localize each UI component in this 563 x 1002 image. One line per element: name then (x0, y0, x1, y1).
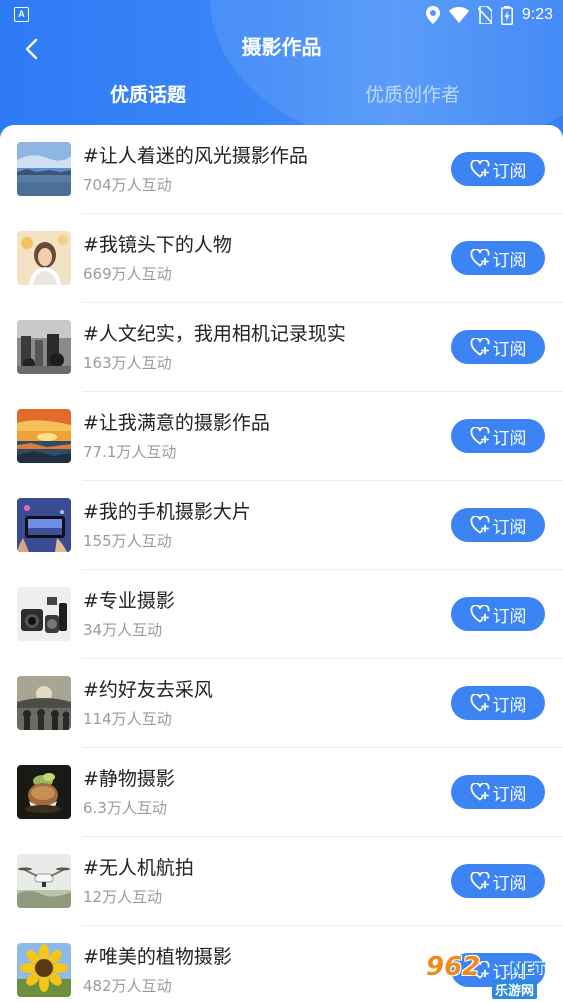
topic-row[interactable]: #专业摄影 34万人互动 订阅 (0, 570, 563, 659)
watermark-number: 962 (426, 952, 481, 982)
subscribe-button[interactable]: 订阅 (451, 686, 545, 720)
watermark: 962 .NET 乐游网 (420, 952, 560, 1000)
topic-title: #让人着迷的风光摄影作品 (83, 145, 308, 167)
subscribe-label: 订阅 (492, 428, 527, 449)
topic-title: #静物摄影 (83, 768, 175, 790)
status-bar: A 9:23 (0, 0, 563, 30)
topic-thumbnail (17, 498, 71, 552)
subscribe-label: 订阅 (492, 873, 527, 894)
topic-thumbnail (17, 765, 71, 819)
wifi-icon (448, 7, 469, 23)
topic-thumbnail (17, 320, 71, 374)
topic-interactions: 34万人互动 (83, 621, 163, 639)
topic-title: #人文纪实，我用相机记录现实 (83, 323, 346, 345)
subscribe-label: 订阅 (492, 784, 527, 805)
topic-title: #让我满意的摄影作品 (83, 412, 270, 434)
topic-interactions: 669万人互动 (83, 265, 172, 283)
heart-plus-icon (470, 338, 489, 356)
heart-plus-icon (470, 872, 489, 890)
topic-title: #约好友去采风 (83, 679, 213, 701)
topic-row[interactable]: #我镜头下的人物 669万人互动 订阅 (0, 214, 563, 303)
topic-row[interactable]: #让我满意的摄影作品 77.1万人互动 订阅 (0, 392, 563, 481)
subscribe-button[interactable]: 订阅 (451, 241, 545, 275)
subscribe-button[interactable]: 订阅 (451, 775, 545, 809)
topic-list: #让人着迷的风光摄影作品 704万人互动 订阅 #我镜头下的人物 669万人互动 订阅 #人… (0, 125, 563, 1002)
heart-plus-icon (470, 160, 489, 178)
topic-row[interactable]: #人文纪实，我用相机记录现实 163万人互动 订阅 (0, 303, 563, 392)
page-title: 摄影作品 (241, 35, 322, 59)
watermark-site: 乐游网 (492, 980, 538, 999)
notification-icon: A (14, 7, 29, 22)
topic-row[interactable]: #静物摄影 6.3万人互动 订阅 (0, 748, 563, 837)
topic-interactions: 114万人互动 (83, 710, 172, 728)
topic-thumbnail (17, 676, 71, 730)
topic-thumbnail (17, 854, 71, 908)
heart-plus-icon (470, 605, 489, 623)
heart-plus-icon (470, 249, 489, 267)
subscribe-button[interactable]: 订阅 (451, 508, 545, 542)
subscribe-button[interactable]: 订阅 (451, 419, 545, 453)
topic-title: #无人机航拍 (83, 857, 194, 879)
tab-quality-topics[interactable]: 优质话题 (110, 82, 186, 108)
topic-row[interactable]: #无人机航拍 12万人互动 订阅 (0, 837, 563, 926)
topic-interactions: 6.3万人互动 (83, 799, 167, 817)
topic-thumbnail (17, 142, 71, 196)
location-icon (425, 6, 440, 24)
heart-plus-icon (470, 516, 489, 534)
topic-interactions: 704万人互动 (83, 176, 172, 194)
subscribe-button[interactable]: 订阅 (451, 330, 545, 364)
topic-thumbnail (17, 409, 71, 463)
topic-interactions: 77.1万人互动 (83, 443, 177, 461)
topic-thumbnail (17, 231, 71, 285)
subscribe-label: 订阅 (492, 339, 527, 360)
subscribe-button[interactable]: 订阅 (451, 152, 545, 186)
topic-row[interactable]: #让人着迷的风光摄影作品 704万人互动 订阅 (0, 125, 563, 214)
topic-interactions: 155万人互动 (83, 532, 172, 550)
subscribe-button[interactable]: 订阅 (451, 597, 545, 631)
topic-interactions: 482万人互动 (83, 977, 172, 995)
topic-title: #专业摄影 (83, 590, 175, 612)
topic-panel: #让人着迷的风光摄影作品 704万人互动 订阅 #我镜头下的人物 669万人互动 订阅 #人… (0, 125, 563, 1002)
topic-title: #唯美的植物摄影 (83, 946, 232, 968)
status-time: 9:23 (521, 6, 553, 23)
topic-interactions: 12万人互动 (83, 888, 163, 906)
topic-title: #我的手机摄影大片 (83, 501, 251, 523)
no-sim-icon (477, 6, 492, 24)
heart-plus-icon (470, 427, 489, 445)
tab-quality-creators[interactable]: 优质创作者 (365, 82, 460, 108)
subscribe-label: 订阅 (492, 161, 527, 182)
heart-plus-icon (470, 694, 489, 712)
status-icons: 9:23 (425, 4, 553, 26)
subscribe-label: 订阅 (492, 517, 527, 538)
topic-thumbnail (17, 587, 71, 641)
topic-title: #我镜头下的人物 (83, 234, 232, 256)
watermark-domain: .NET (504, 959, 546, 978)
topic-row[interactable]: #我的手机摄影大片 155万人互动 订阅 (0, 481, 563, 570)
subscribe-label: 订阅 (492, 695, 527, 716)
subscribe-label: 订阅 (492, 250, 527, 271)
topic-interactions: 163万人互动 (83, 354, 172, 372)
topic-thumbnail (17, 943, 71, 997)
topic-row[interactable]: #约好友去采风 114万人互动 订阅 (0, 659, 563, 748)
heart-plus-icon (470, 783, 489, 801)
battery-icon (500, 5, 513, 25)
subscribe-button[interactable]: 订阅 (451, 864, 545, 898)
subscribe-label: 订阅 (492, 606, 527, 627)
